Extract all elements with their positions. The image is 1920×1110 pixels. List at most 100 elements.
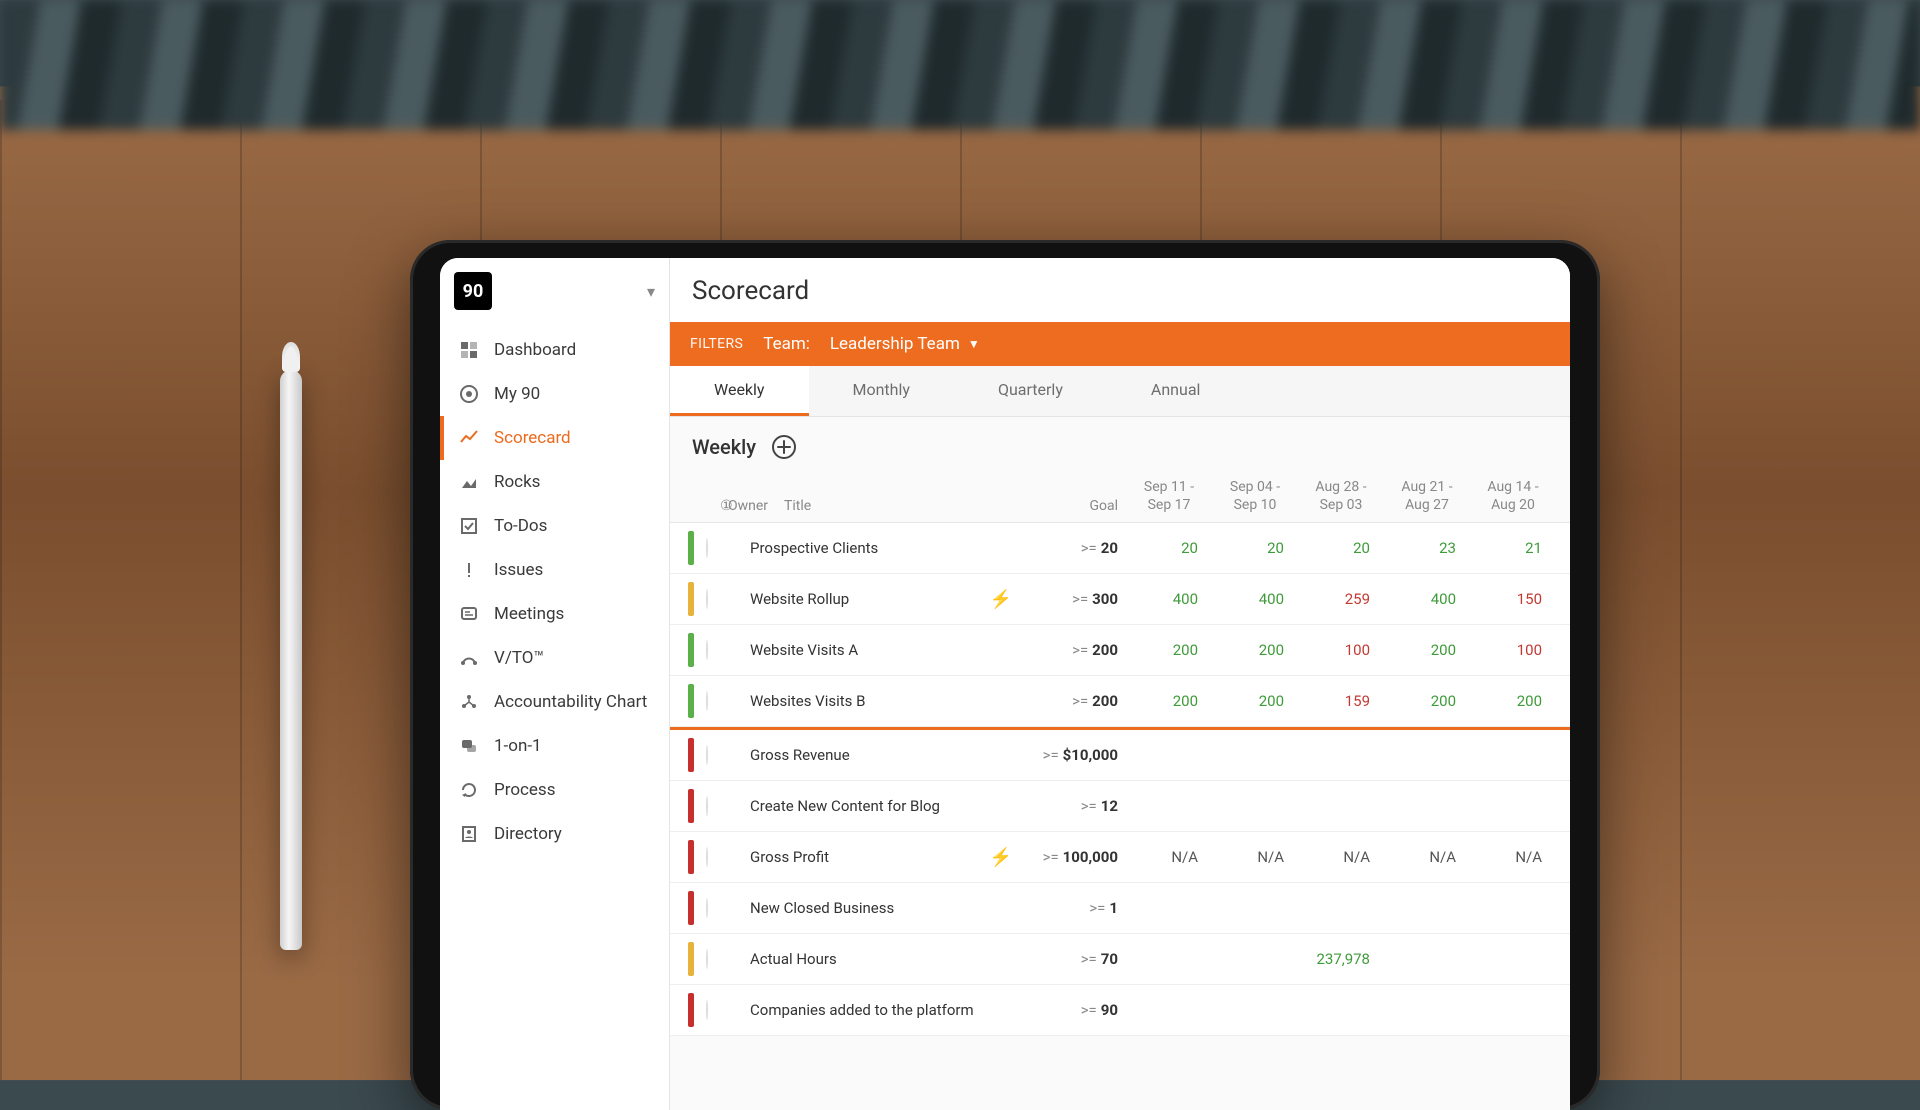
tab-monthly[interactable]: Monthly xyxy=(809,366,954,416)
metric-cell[interactable]: 259 xyxy=(1298,590,1384,608)
status-indicator xyxy=(688,531,694,565)
workspace-dropdown-icon[interactable]: ▾ xyxy=(647,282,655,301)
sidebar-item-v-to-[interactable]: V/TO™ xyxy=(440,636,669,680)
metric-cell[interactable]: 150 xyxy=(1470,590,1556,608)
sidebar-item-directory[interactable]: Directory xyxy=(440,812,669,856)
owner-cell xyxy=(706,746,750,764)
accountability-chart-icon xyxy=(458,691,480,713)
sidebar-item-dashboard[interactable]: Dashboard xyxy=(440,328,669,372)
v-to--icon xyxy=(458,647,480,669)
sidebar-item-1-on-1[interactable]: 1-on-1 xyxy=(440,724,669,768)
sidebar-item-label: Issues xyxy=(494,560,543,580)
section-title: Weekly xyxy=(692,435,756,459)
sidebar-item-rocks[interactable]: Rocks xyxy=(440,460,669,504)
metric-title: Gross Revenue xyxy=(750,746,1022,764)
metric-cell[interactable]: 23 xyxy=(1384,539,1470,557)
sidebar-item-process[interactable]: Process xyxy=(440,768,669,812)
metric-cell[interactable]: N/A xyxy=(1384,848,1470,866)
period-tabs: WeeklyMonthlyQuarterlyAnnual xyxy=(670,366,1570,417)
sidebar-item-label: My 90 xyxy=(494,384,540,404)
metric-cell[interactable]: 20 xyxy=(1298,539,1384,557)
process-icon xyxy=(458,779,480,801)
metric-cell[interactable]: N/A xyxy=(1298,848,1384,866)
metric-title: Website Visits A xyxy=(750,641,1022,659)
avatar[interactable] xyxy=(706,949,708,969)
sidebar-item-scorecard[interactable]: Scorecard xyxy=(440,416,669,460)
avatar[interactable] xyxy=(706,691,708,711)
metric-cell[interactable]: 200 xyxy=(1126,641,1212,659)
metric-cell[interactable]: 237,978 xyxy=(1298,950,1384,968)
metric-cell[interactable]: 21 xyxy=(1470,539,1556,557)
dashboard-icon xyxy=(458,339,480,361)
metric-cell[interactable]: 100 xyxy=(1470,641,1556,659)
metric-cell[interactable]: 159 xyxy=(1298,692,1384,710)
metric-cell[interactable]: N/A xyxy=(1470,848,1556,866)
owner-cell xyxy=(706,539,750,557)
metric-cell[interactable]: 20 xyxy=(1126,539,1212,557)
sidebar-item-accountability-chart[interactable]: Accountability Chart xyxy=(440,680,669,724)
table-row[interactable]: Prospective Clients>=202020202321 xyxy=(670,523,1570,574)
sidebar-item-to-dos[interactable]: To-Dos xyxy=(440,504,669,548)
issues-icon xyxy=(458,559,480,581)
table-row[interactable]: Website Visits A>=200200200100200100 xyxy=(670,625,1570,676)
metric-title: Create New Content for Blog xyxy=(750,797,1022,815)
table-row[interactable]: Companies added to the platform>=90 xyxy=(670,985,1570,1036)
my-90-icon xyxy=(458,383,480,405)
tab-weekly[interactable]: Weekly xyxy=(670,366,809,416)
status-indicator xyxy=(688,993,694,1027)
metric-cell[interactable]: 400 xyxy=(1384,590,1470,608)
sidebar-header: 90 ▾ xyxy=(440,258,669,320)
metric-cell[interactable]: N/A xyxy=(1126,848,1212,866)
metric-cell[interactable]: 200 xyxy=(1212,641,1298,659)
sidebar-item-meetings[interactable]: Meetings xyxy=(440,592,669,636)
goal-cell: >=300 xyxy=(1022,590,1126,608)
table-row[interactable]: Websites Visits B>=200200200159200200 xyxy=(670,676,1570,727)
tab-quarterly[interactable]: Quarterly xyxy=(954,366,1107,416)
table-row[interactable]: Gross Revenue>=$10,000 xyxy=(670,727,1570,781)
sidebar-item-label: Rocks xyxy=(494,472,540,492)
metric-cell[interactable]: 200 xyxy=(1384,641,1470,659)
stylus-pencil xyxy=(280,370,302,950)
sidebar-item-my-90[interactable]: My 90 xyxy=(440,372,669,416)
goal-cell: >=100,000 xyxy=(1022,848,1126,866)
goal-cell: >=1 xyxy=(1022,899,1126,917)
metric-cell[interactable]: 100 xyxy=(1298,641,1384,659)
table-row[interactable]: Actual Hours>=70237,978 xyxy=(670,934,1570,985)
avatar[interactable] xyxy=(706,1000,708,1020)
sidebar-item-label: Meetings xyxy=(494,604,564,624)
metric-cell[interactable]: 400 xyxy=(1212,590,1298,608)
avatar[interactable] xyxy=(706,898,708,918)
avatar[interactable] xyxy=(706,745,708,765)
avatar[interactable] xyxy=(706,640,708,660)
metric-cell[interactable]: 200 xyxy=(1126,692,1212,710)
metric-cell[interactable]: 400 xyxy=(1126,590,1212,608)
col-week: Aug 28 -Sep 03 xyxy=(1298,479,1384,514)
avatar[interactable] xyxy=(706,538,708,558)
metric-cell[interactable]: 200 xyxy=(1212,692,1298,710)
background-fabric xyxy=(0,0,1920,130)
add-measurable-button[interactable] xyxy=(772,435,796,459)
table-row[interactable]: Gross Profit⚡>=100,000N/AN/AN/AN/AN/A xyxy=(670,832,1570,883)
metric-cell[interactable]: 200 xyxy=(1384,692,1470,710)
goal-cell: >=200 xyxy=(1022,692,1126,710)
avatar[interactable] xyxy=(706,847,708,867)
metric-cell[interactable]: 200 xyxy=(1470,692,1556,710)
col-goal: Goal xyxy=(1036,498,1126,514)
sidebar-item-label: V/TO™ xyxy=(494,648,544,668)
table-row[interactable]: Website Rollup⚡>=300400400259400150 xyxy=(670,574,1570,625)
status-indicator xyxy=(688,840,694,874)
col-title: Title xyxy=(784,498,1036,514)
metric-cell[interactable]: 20 xyxy=(1212,539,1298,557)
goal-cell: >=200 xyxy=(1022,641,1126,659)
avatar[interactable] xyxy=(706,589,708,609)
sidebar-item-issues[interactable]: Issues xyxy=(440,548,669,592)
table-row[interactable]: New Closed Business>=1 xyxy=(670,883,1570,934)
tab-annual[interactable]: Annual xyxy=(1107,366,1245,416)
table-header: ① Owner Title Goal Sep 11 -Sep 17Sep 04 … xyxy=(670,471,1570,523)
avatar[interactable] xyxy=(706,796,708,816)
metric-cell[interactable]: N/A xyxy=(1212,848,1298,866)
app-logo[interactable]: 90 xyxy=(454,272,492,310)
status-indicator xyxy=(688,582,694,616)
team-select[interactable]: Leadership Team ▼ xyxy=(830,334,980,354)
table-row[interactable]: Create New Content for Blog>=12 xyxy=(670,781,1570,832)
